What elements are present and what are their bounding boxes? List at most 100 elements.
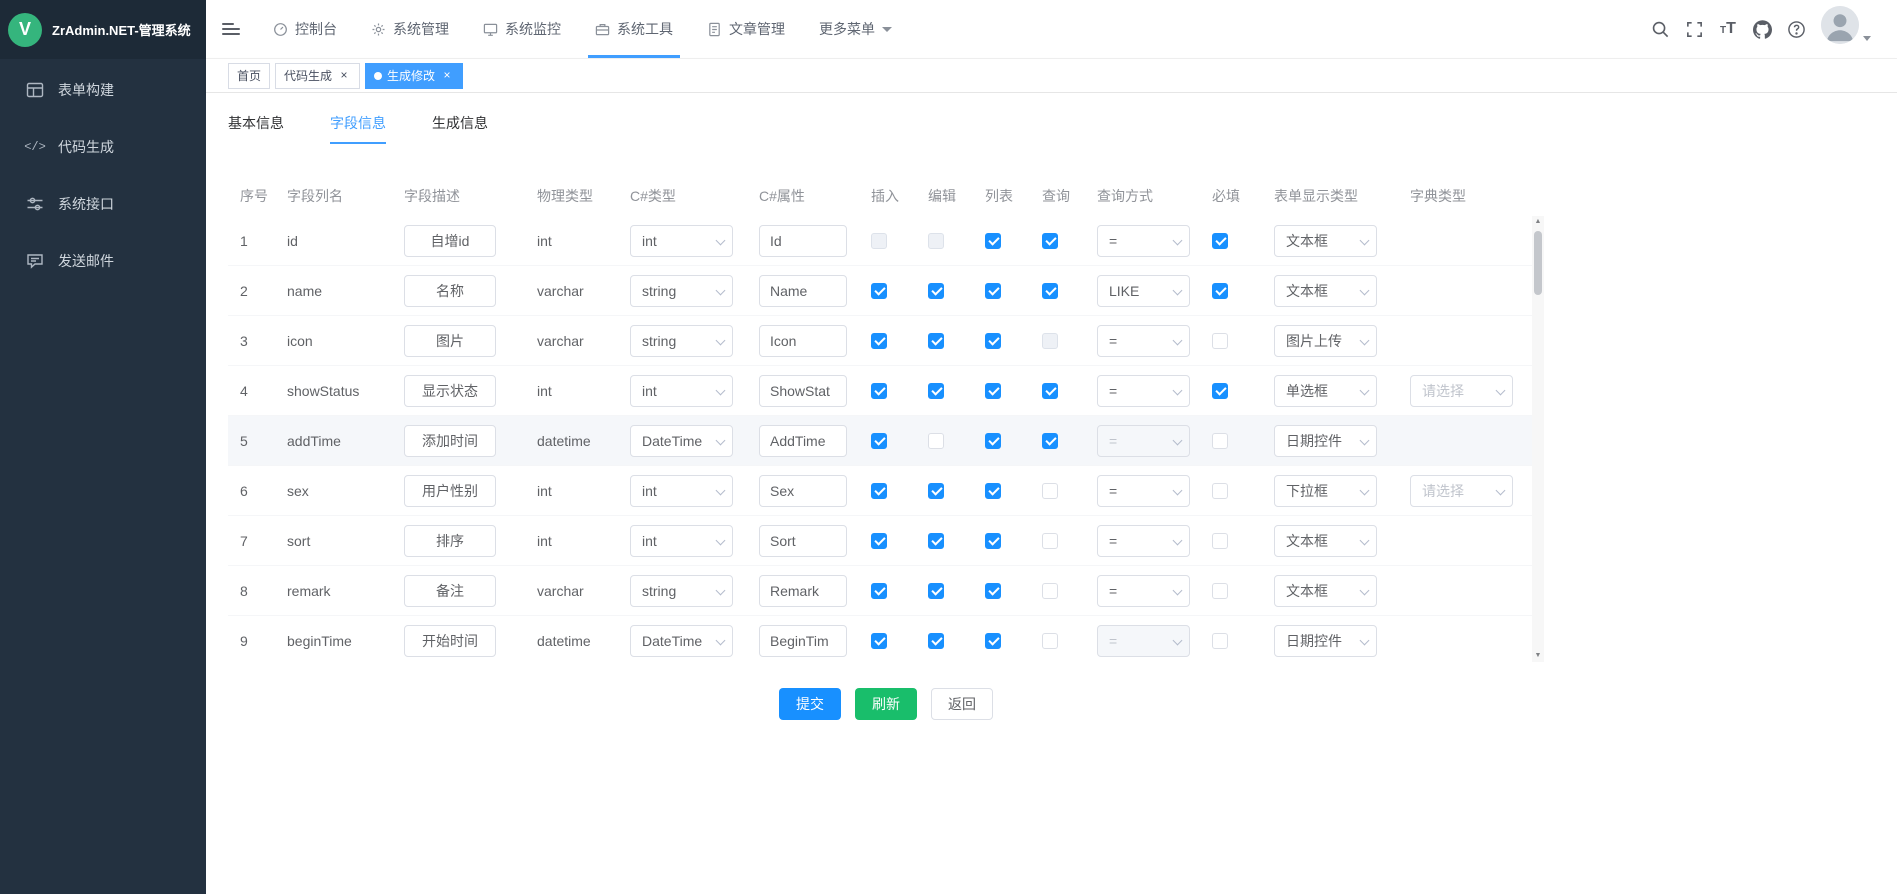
nav-item-more-menu[interactable]: 更多菜单 [802, 0, 909, 58]
sidebar-item-mail[interactable]: 发送邮件 [0, 232, 206, 289]
required-checkbox[interactable] [1212, 633, 1228, 649]
csharp-type-select[interactable]: int [630, 525, 733, 557]
query-checkbox[interactable] [1042, 483, 1058, 499]
description-input[interactable] [404, 225, 496, 257]
query-type-select[interactable]: = [1097, 375, 1190, 407]
list-checkbox[interactable] [985, 483, 1001, 499]
display-type-select[interactable]: 图片上传 [1274, 325, 1377, 357]
required-checkbox[interactable] [1212, 583, 1228, 599]
query-type-select[interactable]: = [1097, 475, 1190, 507]
csharp-property-input[interactable] [759, 325, 847, 357]
query-type-select[interactable]: LIKE [1097, 275, 1190, 307]
query-checkbox[interactable] [1042, 283, 1058, 299]
required-checkbox[interactable] [1212, 433, 1228, 449]
display-type-select[interactable]: 文本框 [1274, 225, 1377, 257]
list-checkbox[interactable] [985, 283, 1001, 299]
insert-checkbox[interactable] [871, 483, 887, 499]
description-input[interactable] [404, 375, 496, 407]
list-checkbox[interactable] [985, 533, 1001, 549]
close-icon[interactable]: × [440, 69, 454, 83]
insert-checkbox[interactable] [871, 283, 887, 299]
list-checkbox[interactable] [985, 233, 1001, 249]
query-checkbox[interactable] [1042, 583, 1058, 599]
query-checkbox[interactable] [1042, 383, 1058, 399]
tag-home[interactable]: 首页 [228, 63, 270, 89]
query-checkbox[interactable] [1042, 233, 1058, 249]
query-checkbox[interactable] [1042, 633, 1058, 649]
required-checkbox[interactable] [1212, 233, 1228, 249]
submit-button[interactable]: 提交 [779, 688, 841, 720]
nav-item-console[interactable]: 控制台 [256, 0, 354, 58]
refresh-button[interactable]: 刷新 [855, 688, 917, 720]
display-type-select[interactable]: 下拉框 [1274, 475, 1377, 507]
tag-gen-edit[interactable]: 生成修改 × [365, 63, 463, 89]
search-button[interactable] [1643, 0, 1677, 58]
table-scrollbar[interactable]: ▲ ▼ [1532, 216, 1544, 662]
insert-checkbox[interactable] [871, 333, 887, 349]
scroll-down-icon[interactable]: ▼ [1535, 650, 1542, 662]
query-checkbox[interactable] [1042, 433, 1058, 449]
tab-basic-info[interactable]: 基本信息 [228, 113, 284, 144]
edit-checkbox[interactable] [928, 633, 944, 649]
insert-checkbox[interactable] [871, 633, 887, 649]
description-input[interactable] [404, 275, 496, 307]
sidebar-item-form-build[interactable]: 表单构建 [0, 61, 206, 118]
list-checkbox[interactable] [985, 433, 1001, 449]
tag-code-gen[interactable]: 代码生成 × [275, 63, 360, 89]
description-input[interactable] [404, 625, 496, 657]
display-type-select[interactable]: 日期控件 [1274, 425, 1377, 457]
list-checkbox[interactable] [985, 383, 1001, 399]
description-input[interactable] [404, 575, 496, 607]
query-checkbox[interactable] [1042, 533, 1058, 549]
query-type-select[interactable]: = [1097, 575, 1190, 607]
github-button[interactable] [1745, 0, 1779, 58]
sidebar-toggle-button[interactable] [206, 0, 256, 58]
csharp-property-input[interactable] [759, 375, 847, 407]
insert-checkbox[interactable] [871, 383, 887, 399]
nav-item-system-monitor[interactable]: 系统监控 [466, 0, 578, 58]
display-type-select[interactable]: 文本框 [1274, 575, 1377, 607]
query-type-select[interactable]: = [1097, 325, 1190, 357]
sidebar-item-code-gen[interactable]: </> 代码生成 [0, 118, 206, 175]
edit-checkbox[interactable] [928, 433, 944, 449]
font-size-button[interactable]: TT [1711, 0, 1745, 58]
description-input[interactable] [404, 325, 496, 357]
list-checkbox[interactable] [985, 333, 1001, 349]
csharp-type-select[interactable]: DateTime [630, 425, 733, 457]
tab-field-info[interactable]: 字段信息 [330, 113, 386, 144]
dict-type-select[interactable]: 请选择 [1410, 475, 1513, 507]
query-type-select[interactable]: = [1097, 525, 1190, 557]
list-checkbox[interactable] [985, 583, 1001, 599]
csharp-type-select[interactable]: int [630, 375, 733, 407]
display-type-select[interactable]: 文本框 [1274, 275, 1377, 307]
app-logo[interactable]: V ZrAdmin.NET-管理系统 [0, 0, 206, 59]
sidebar-item-api[interactable]: 系统接口 [0, 175, 206, 232]
edit-checkbox[interactable] [928, 583, 944, 599]
scrollbar-thumb[interactable] [1534, 231, 1542, 295]
required-checkbox[interactable] [1212, 533, 1228, 549]
close-icon[interactable]: × [337, 69, 351, 83]
csharp-type-select[interactable]: DateTime [630, 625, 733, 657]
help-button[interactable] [1779, 0, 1813, 58]
scroll-up-icon[interactable]: ▲ [1535, 216, 1542, 228]
required-checkbox[interactable] [1212, 333, 1228, 349]
required-checkbox[interactable] [1212, 283, 1228, 299]
csharp-property-input[interactable] [759, 275, 847, 307]
csharp-property-input[interactable] [759, 425, 847, 457]
csharp-type-select[interactable]: int [630, 475, 733, 507]
display-type-select[interactable]: 单选框 [1274, 375, 1377, 407]
insert-checkbox[interactable] [871, 533, 887, 549]
required-checkbox[interactable] [1212, 483, 1228, 499]
edit-checkbox[interactable] [928, 333, 944, 349]
required-checkbox[interactable] [1212, 383, 1228, 399]
description-input[interactable] [404, 425, 496, 457]
display-type-select[interactable]: 日期控件 [1274, 625, 1377, 657]
back-button[interactable]: 返回 [931, 688, 993, 720]
dict-type-select[interactable]: 请选择 [1410, 375, 1513, 407]
csharp-type-select[interactable]: string [630, 325, 733, 357]
insert-checkbox[interactable] [871, 583, 887, 599]
query-type-select[interactable]: = [1097, 225, 1190, 257]
description-input[interactable] [404, 525, 496, 557]
csharp-type-select[interactable]: string [630, 275, 733, 307]
insert-checkbox[interactable] [871, 433, 887, 449]
